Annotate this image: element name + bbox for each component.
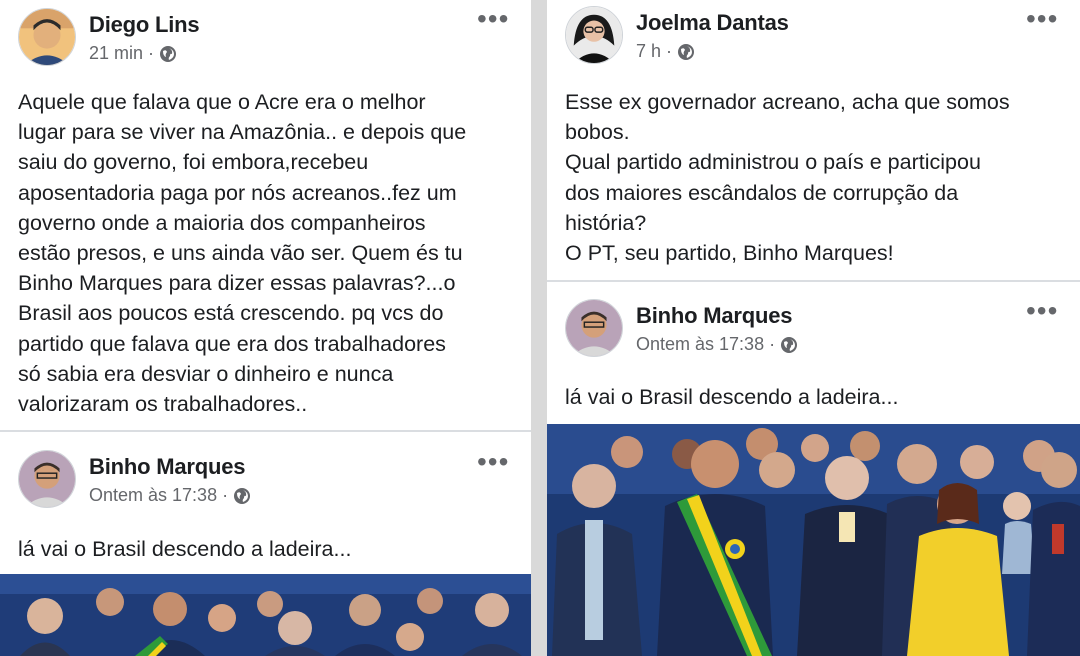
post-time[interactable]: 7 h <box>636 41 661 62</box>
post-header: Diego Lins 21 min · <box>18 8 200 66</box>
globe-icon <box>233 487 251 505</box>
post-time[interactable]: Ontem às 17:38 <box>636 334 764 355</box>
post-header: Binho Marques Ontem às 17:38 · <box>565 299 798 357</box>
separator: · <box>148 43 155 63</box>
author-name[interactable]: Binho Marques <box>636 303 798 329</box>
post-time[interactable]: Ontem às 17:38 <box>89 485 217 506</box>
separator: · <box>222 485 229 505</box>
more-options-icon[interactable]: ••• <box>477 448 509 476</box>
divider <box>0 430 531 432</box>
globe-icon <box>677 43 695 61</box>
post-photo[interactable] <box>0 574 531 656</box>
post-text: Esse ex governador acreano, acha que som… <box>565 90 1010 266</box>
post-text: lá vai o Brasil descendo a ladeira... <box>565 385 899 409</box>
globe-icon <box>159 45 177 63</box>
right-screenshot: Joelma Dantas 7 h · ••• Esse ex governad… <box>547 0 1080 656</box>
more-options-icon[interactable]: ••• <box>1026 297 1058 325</box>
avatar[interactable] <box>18 8 76 66</box>
avatar[interactable] <box>18 450 76 508</box>
more-options-icon[interactable]: ••• <box>477 5 509 33</box>
divider <box>547 280 1080 282</box>
avatar[interactable] <box>565 299 623 357</box>
post-header: Joelma Dantas 7 h · <box>565 6 789 64</box>
author-name[interactable]: Diego Lins <box>89 12 200 38</box>
post-time[interactable]: 21 min <box>89 43 143 64</box>
globe-icon <box>780 336 798 354</box>
post-text: lá vai o Brasil descendo a ladeira... <box>18 537 352 561</box>
separator: · <box>769 334 776 354</box>
post-text: Aquele que falava que o Acre era o melho… <box>18 90 467 417</box>
avatar[interactable] <box>565 6 623 64</box>
author-name[interactable]: Joelma Dantas <box>636 10 789 36</box>
post-header: Binho Marques Ontem às 17:38 · <box>18 450 251 508</box>
more-options-icon[interactable]: ••• <box>1026 5 1058 33</box>
author-name[interactable]: Binho Marques <box>89 454 251 480</box>
separator: · <box>666 41 673 61</box>
left-screenshot: Diego Lins 21 min · ••• Aquele que falav… <box>0 0 531 656</box>
post-photo[interactable] <box>547 424 1080 656</box>
